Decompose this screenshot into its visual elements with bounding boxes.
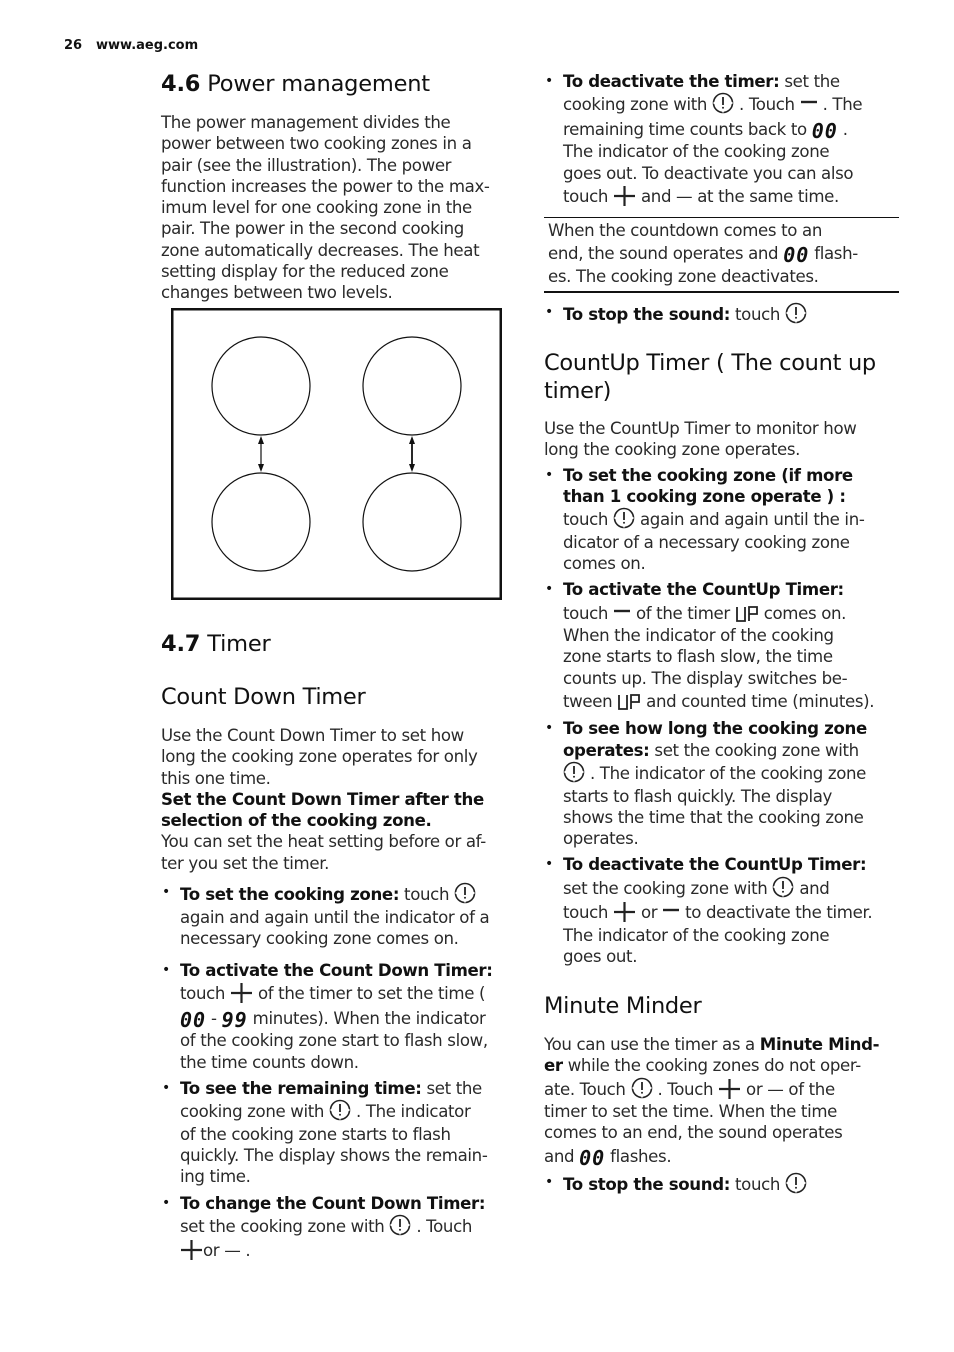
- step-countup-see-time: • To see how long the cooking zone opera…: [544, 718, 904, 849]
- plus-icon: [613, 902, 637, 923]
- display-00: 00: [579, 1145, 606, 1170]
- bullet: •: [545, 1174, 553, 1191]
- bold-instruction-line: Set the Count Down Timer after the: [161, 789, 484, 809]
- power-management-body: The power management divides the power b…: [161, 112, 521, 304]
- timer-selector-icon: [329, 1099, 351, 1121]
- intro-line: this one time.: [161, 768, 271, 788]
- step-change-count-down: • To change the Count Down Timer: set th…: [162, 1193, 486, 1261]
- section-title: Power management: [207, 71, 430, 97]
- section-heading-timer: 4.7 Timer: [161, 631, 271, 657]
- bullet: •: [545, 304, 553, 320]
- section-number: 4.7: [161, 631, 201, 657]
- body-line: power between two cooking zones in a: [161, 134, 472, 154]
- step-label: operates:: [563, 740, 650, 760]
- minus-icon: [799, 101, 818, 104]
- step-activate-count-down: • To activate the Count Down Timer: touc…: [162, 961, 493, 1072]
- step-label: To see how long the cooking zone: [563, 719, 867, 739]
- bold-instruction-line: selection of the cooking zone.: [161, 811, 432, 831]
- step-countup-set-zone: • To set the cooking zone (if more than …: [544, 465, 904, 575]
- step-stop-sound: • To stop the sound: touch: [544, 302, 904, 327]
- bullet: •: [162, 1079, 170, 1096]
- bullet: •: [545, 720, 553, 737]
- section-heading-power-management: 4.6 Power management: [161, 71, 430, 97]
- plus-icon: [230, 983, 254, 1004]
- up-display-icon: [735, 605, 758, 622]
- timer-selector-icon: [563, 761, 585, 783]
- up-display-icon: [618, 694, 641, 710]
- body-line: The power management divides the: [161, 113, 451, 132]
- step-label: To change the Count Down Timer:: [180, 1193, 486, 1213]
- note-line: You can set the heat setting before or a…: [161, 832, 486, 852]
- display-00: 00: [811, 118, 838, 143]
- timer-selector-icon: [785, 1172, 807, 1194]
- body-line: function increases the power to the max-: [161, 176, 490, 196]
- bullet: •: [545, 466, 553, 483]
- plus-icon: [718, 1078, 742, 1099]
- display-00: 00: [180, 1007, 207, 1032]
- step-deactivate-timer: • To deactivate the timer: set the cooki…: [545, 72, 863, 206]
- bullet: •: [545, 73, 553, 89]
- plus-icon: [180, 1240, 203, 1261]
- timer-selector-icon: [712, 92, 734, 114]
- step-label: To activate the Count Down Timer:: [180, 961, 493, 981]
- count-down-steps: • To set the cooking zone: touch again a…: [161, 882, 521, 1263]
- timer-selector-icon: [613, 507, 635, 529]
- intro-line: Use the CountUp Timer to monitor how: [544, 419, 857, 438]
- count-down-steps-continued: • To deactivate the timer: set the cooki…: [544, 71, 904, 208]
- minute-minder-body: You can use the timer as a Minute Mind- …: [544, 1034, 904, 1197]
- timer-selector-icon: [631, 1077, 652, 1099]
- count-down-intro: Use the Count Down Timer to set how long…: [161, 725, 521, 874]
- intro-line: long the cooking zone operates.: [544, 440, 801, 460]
- step-label: To see the remaining time:: [180, 1078, 422, 1098]
- countdown-end-note: When the countdown comes to an end, the …: [544, 217, 899, 294]
- intro-line: long the cooking zone operates for only: [161, 747, 478, 767]
- body-line: changes between two levels.: [161, 283, 393, 303]
- body-line: setting display for the reduced zone: [161, 262, 449, 282]
- bullet: •: [545, 856, 553, 873]
- minus-icon: [662, 909, 681, 912]
- body-line: imum level for one cooking zone in the: [161, 198, 472, 218]
- display-99: 99: [221, 1007, 248, 1032]
- note-line: ter you set the timer.: [161, 853, 330, 873]
- timer-selector-icon: [454, 882, 476, 904]
- page-number: 26: [64, 38, 83, 53]
- step-label: To deactivate the CountUp Timer:: [563, 855, 867, 875]
- step-see-remaining-time: • To see the remaining time: set the coo…: [162, 1078, 488, 1187]
- step-label: To activate the CountUp Timer:: [563, 580, 844, 600]
- body-line: zone automatically decreases. The heat: [161, 240, 480, 260]
- countup-timer-heading: CountUp Timer ( The count up timer): [544, 350, 876, 404]
- step-set-cooking-zone: • To set the cooking zone: touch again a…: [162, 882, 490, 948]
- step-label: than 1 cooking zone operate ) :: [563, 486, 846, 506]
- bullet: •: [162, 1194, 170, 1211]
- step-label: To stop the sound:: [563, 1175, 731, 1195]
- step-countup-deactivate: • To deactivate the CountUp Timer: set t…: [544, 854, 904, 967]
- header-url: www.aeg.com: [96, 38, 199, 53]
- minus-icon: [613, 609, 632, 612]
- countup-body: Use the CountUp Timer to monitor how lon…: [544, 418, 904, 967]
- bullet: •: [162, 962, 170, 979]
- display-00: 00: [783, 243, 810, 268]
- hob-outline: [171, 308, 502, 600]
- plus-icon: [613, 185, 637, 206]
- bullet: •: [545, 581, 553, 598]
- intro-line: Use the Count Down Timer to set how: [161, 726, 464, 745]
- step-label: To stop the sound:: [563, 305, 731, 324]
- step-label: To set the cooking zone (if more: [563, 465, 853, 485]
- minute-minder-heading: Minute Minder: [544, 993, 702, 1019]
- step-minute-minder-stop-sound: • To stop the sound: touch: [544, 1172, 904, 1197]
- body-line: pair (see the illustration). The power: [161, 155, 452, 175]
- timer-selector-icon: [785, 302, 807, 324]
- body-line: pair. The power in the second cooking: [161, 219, 464, 239]
- section-number: 4.6: [161, 71, 201, 97]
- bullet: •: [162, 884, 170, 900]
- timer-selector-icon: [772, 876, 794, 898]
- step-label: To deactivate the timer:: [563, 72, 780, 91]
- timer-selector-icon: [389, 1214, 411, 1236]
- step-label: To set the cooking zone:: [180, 885, 400, 904]
- count-down-timer-heading: Count Down Timer: [161, 684, 366, 710]
- power-management-illustration: [171, 308, 502, 600]
- step-countup-activate: • To activate the CountUp Timer: touch o…: [544, 579, 904, 713]
- section-title: Timer: [207, 631, 271, 657]
